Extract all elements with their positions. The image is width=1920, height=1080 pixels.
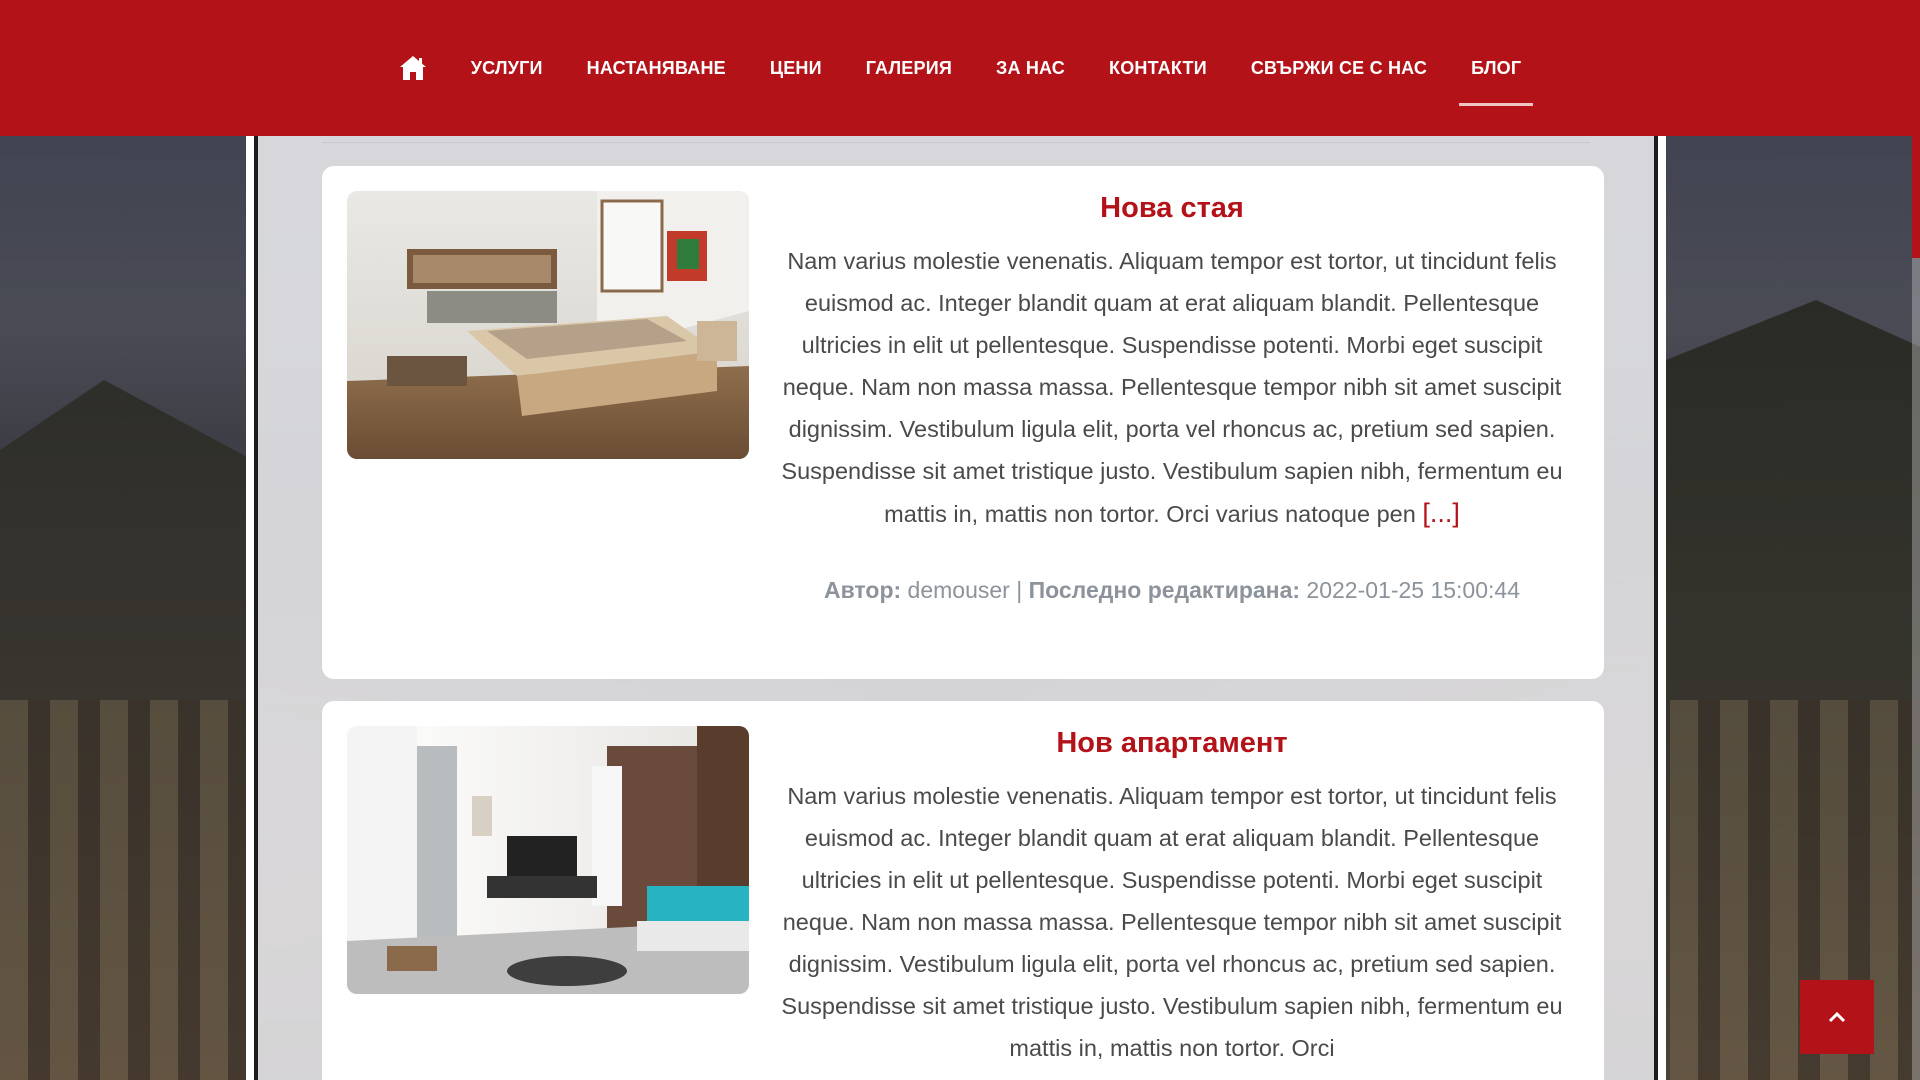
post-thumbnail[interactable] xyxy=(347,191,749,459)
background-houses-right xyxy=(1670,700,1920,1080)
blog-post-card: Нова стая Nam varius molestie venenatis.… xyxy=(322,166,1604,679)
post-body: Нов апартамент Nam varius molestie venen… xyxy=(766,721,1578,1069)
page-scrollbar-thumb[interactable] xyxy=(1912,0,1920,258)
edited-label: Последно редактирана: xyxy=(1028,577,1301,603)
author-name: demouser xyxy=(907,577,1010,603)
post-thumbnail[interactable] xyxy=(347,726,749,994)
post-body: Нова стая Nam varius molestie venenatis.… xyxy=(766,186,1578,604)
read-more-link[interactable]: [...] xyxy=(1422,498,1460,528)
nav-item-galeriya[interactable]: ГАЛЕРИЯ xyxy=(844,0,974,136)
nav-item-blog[interactable]: БЛОГ xyxy=(1449,0,1543,136)
background-houses-left xyxy=(0,700,250,1080)
top-navigation-bar: УСЛУГИ НАСТАНЯВАНЕ ЦЕНИ ГАЛЕРИЯ ЗА НАС К… xyxy=(0,0,1920,136)
meta-separator: | xyxy=(1016,577,1023,603)
post-excerpt-text: Nam varius molestie venenatis. Aliquam t… xyxy=(781,248,1563,527)
blog-post-card: Нов апартамент Nam varius molestie venen… xyxy=(322,701,1604,1080)
nav-item-kontakti[interactable]: КОНТАКТИ xyxy=(1087,0,1229,136)
edited-timestamp: 2022-01-25 15:00:44 xyxy=(1306,577,1520,603)
post-title[interactable]: Нова стая xyxy=(766,186,1578,230)
apartment-photo xyxy=(347,726,749,994)
content-frame: Нова стая Nam varius molestie venenatis.… xyxy=(246,136,1666,1080)
post-excerpt: Nam varius molestie venenatis. Aliquam t… xyxy=(766,240,1578,535)
nav-item-za-nas[interactable]: ЗА НАС xyxy=(974,0,1087,136)
post-excerpt: Nam varius molestie venenatis. Aliquam t… xyxy=(781,783,1563,1061)
nav-item-tseni[interactable]: ЦЕНИ xyxy=(748,0,844,136)
divider xyxy=(322,142,1590,143)
nav-home[interactable] xyxy=(377,0,449,136)
nav-item-svarzhi-se[interactable]: СВЪРЖИ СЕ С НАС xyxy=(1229,0,1449,136)
main-nav: УСЛУГИ НАСТАНЯВАНЕ ЦЕНИ ГАЛЕРИЯ ЗА НАС К… xyxy=(0,0,1920,136)
bedroom-photo xyxy=(347,191,749,459)
chevron-up-icon xyxy=(1828,1011,1846,1023)
home-icon xyxy=(399,56,426,80)
back-to-top-button[interactable] xyxy=(1800,980,1874,1054)
nav-item-nastanyavane[interactable]: НАСТАНЯВАНЕ xyxy=(565,0,748,136)
post-title[interactable]: Нов апартамент xyxy=(766,721,1578,765)
nav-item-uslugi[interactable]: УСЛУГИ xyxy=(449,0,565,136)
author-label: Автор: xyxy=(823,577,902,603)
post-meta: Автор: demouser | Последно редактирана: … xyxy=(766,577,1578,604)
